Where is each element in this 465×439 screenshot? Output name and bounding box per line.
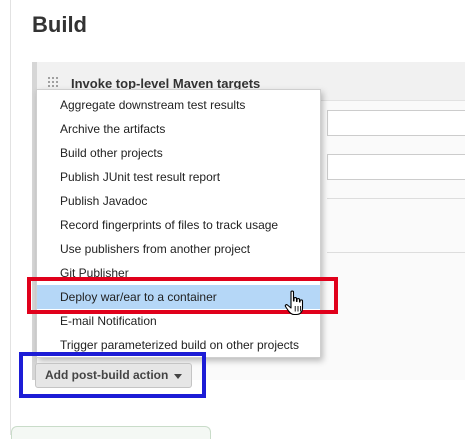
goals-field[interactable] [327,110,465,136]
drag-handle-icon[interactable] [47,76,59,88]
post-build-action-menu: Aggregate downstream test results Archiv… [36,89,321,358]
menu-item-publish-javadoc[interactable]: Publish Javadoc [37,189,320,213]
content-left-border [10,0,11,435]
bottom-panel-tab [11,426,211,439]
hand-pointer-cursor-icon [284,290,304,316]
pom-field[interactable] [327,154,465,180]
menu-item-record-fingerprints[interactable]: Record fingerprints of files to track us… [37,213,320,237]
step-divider [327,198,465,199]
menu-item-publish-junit[interactable]: Publish JUnit test result report [37,165,320,189]
step-divider [327,252,465,253]
menu-item-archive-artifacts[interactable]: Archive the artifacts [37,117,320,141]
section-title: Build [32,12,87,37]
menu-item-build-other-projects[interactable]: Build other projects [37,141,320,165]
annotation-blue-box [19,352,206,398]
menu-item-aggregate-test-results[interactable]: Aggregate downstream test results [37,93,320,117]
menu-item-use-publishers[interactable]: Use publishers from another project [37,237,320,261]
